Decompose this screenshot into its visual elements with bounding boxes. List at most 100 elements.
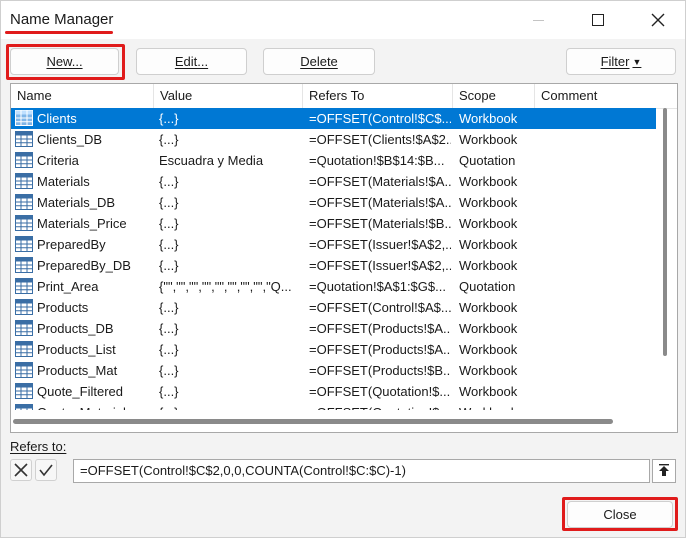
row-value-cell: {...} xyxy=(159,216,179,231)
range-table-icon xyxy=(15,278,33,294)
table-row[interactable]: Criteria Escuadra y Media =Quotation!$B$14… xyxy=(11,150,656,171)
range-table-icon xyxy=(15,362,33,378)
close-window-button[interactable] xyxy=(635,1,681,39)
row-name-cell: Clients_DB xyxy=(37,132,103,147)
table-row[interactable]: PreparedBy {...} =OFFSET(Issuer!$A$2,... Wo… xyxy=(11,234,656,255)
row-value-cell: {...} xyxy=(159,384,179,399)
column-header-name[interactable]: Name xyxy=(11,84,154,108)
row-comment-cell xyxy=(541,150,651,171)
minimize-button[interactable] xyxy=(515,1,561,39)
column-header-scope[interactable]: Scope xyxy=(453,84,535,108)
row-scope-cell: Workbook xyxy=(459,300,518,315)
vertical-scrollbar[interactable] xyxy=(661,108,667,408)
row-comment-cell xyxy=(541,192,651,213)
row-scope-cell: Workbook xyxy=(459,174,518,189)
vertical-scroll-thumb[interactable] xyxy=(663,108,667,356)
row-comment-cell xyxy=(541,171,651,192)
filter-button[interactable]: Filter ▼ xyxy=(566,48,676,75)
row-scope-cell: Workbook xyxy=(459,216,518,231)
row-scope-cell: Workbook xyxy=(459,321,518,336)
row-comment-cell xyxy=(541,108,651,129)
range-table-icon xyxy=(15,110,33,126)
row-scope-cell: Workbook xyxy=(459,132,518,147)
row-comment-cell xyxy=(541,381,651,402)
row-refers-to-cell: =OFFSET(Materials!$A... xyxy=(309,174,451,189)
row-name-cell: Products_DB xyxy=(37,321,114,336)
row-name-cell: Products_List xyxy=(37,342,116,357)
confirm-edit-button[interactable] xyxy=(35,459,57,481)
column-header-value[interactable]: Value xyxy=(154,84,303,108)
horizontal-scroll-thumb[interactable] xyxy=(13,419,613,424)
collapse-dialog-icon xyxy=(659,464,669,476)
row-value-cell: {...} xyxy=(159,300,179,315)
row-name-cell: Clients xyxy=(37,111,77,126)
list-header: Name Value Refers To Scope Comment xyxy=(11,84,677,109)
row-comment-cell xyxy=(541,297,651,318)
dropdown-caret-icon: ▼ xyxy=(632,56,642,67)
table-row[interactable]: Products_Mat {...} =OFFSET(Products!$B... W… xyxy=(11,360,656,381)
column-header-comment[interactable]: Comment xyxy=(535,84,665,108)
new-button-highlight xyxy=(6,44,125,80)
row-comment-cell xyxy=(541,234,651,255)
row-value-cell: {...} xyxy=(159,195,179,210)
range-table-icon xyxy=(15,299,33,315)
cancel-edit-button[interactable] xyxy=(10,459,32,481)
edit-button[interactable]: Edit... xyxy=(136,48,247,75)
list-rows: Clients {...} =OFFSET(Control!$C$... Workbo… xyxy=(11,108,656,410)
horizontal-scrollbar[interactable] xyxy=(11,417,656,424)
table-row[interactable]: Products_List {...} =OFFSET(Products!$A...… xyxy=(11,339,656,360)
column-header-refers-to[interactable]: Refers To xyxy=(303,84,453,108)
row-value-cell: Escuadra y Media xyxy=(159,153,264,168)
table-row[interactable]: Clients {...} =OFFSET(Control!$C$... Workbo… xyxy=(11,108,656,129)
table-row[interactable]: Quote_Filtered {...} =OFFSET(Quotation!$..… xyxy=(11,381,656,402)
close-button-highlight xyxy=(562,497,678,531)
row-name-cell: Materials_Price xyxy=(37,216,127,231)
row-value-cell: {...} xyxy=(159,174,179,189)
maximize-button[interactable] xyxy=(575,1,621,39)
range-table-icon xyxy=(15,404,33,410)
row-refers-to-cell: =OFFSET(Issuer!$A$2,... xyxy=(309,237,451,252)
maximize-icon xyxy=(592,14,604,26)
name-manager-dialog: Name Manager New... Edit... Delete Filte… xyxy=(0,0,686,538)
row-comment-cell xyxy=(541,276,651,297)
table-row[interactable]: Materials {...} =OFFSET(Materials!$A... Wor… xyxy=(11,171,656,192)
row-value-cell: {...} xyxy=(159,258,179,273)
refers-to-input[interactable]: =OFFSET(Control!$C$2,0,0,COUNTA(Control!… xyxy=(73,459,650,483)
row-comment-cell xyxy=(541,360,651,381)
row-refers-to-cell: =OFFSET(Products!$B... xyxy=(309,363,451,378)
table-row[interactable]: Products {...} =OFFSET(Control!$A$... Workb… xyxy=(11,297,656,318)
checkmark-icon xyxy=(39,464,53,477)
row-refers-to-cell: =OFFSET(Quotation!$... xyxy=(309,384,451,399)
table-row[interactable]: Clients_DB {...} =OFFSET(Clients!$A$2... Wo… xyxy=(11,129,656,150)
row-value-cell: {...} xyxy=(159,237,179,252)
row-name-cell: Materials_DB xyxy=(37,195,116,210)
row-name-cell: PreparedBy xyxy=(37,237,106,252)
row-value-cell: {...} xyxy=(159,132,179,147)
row-name-cell: Materials xyxy=(37,174,90,189)
row-scope-cell: Workbook xyxy=(459,111,518,126)
cancel-x-icon xyxy=(14,463,28,477)
row-comment-cell xyxy=(541,129,651,150)
table-row[interactable]: Quote_Material {...} =OFFSET(Quotation!$..… xyxy=(11,402,656,410)
range-table-icon xyxy=(15,173,33,189)
table-row[interactable]: Materials_Price {...} =OFFSET(Materials!$B… xyxy=(11,213,656,234)
range-table-icon xyxy=(15,215,33,231)
row-refers-to-cell: =OFFSET(Products!$A... xyxy=(309,321,451,336)
row-name-cell: Products_Mat xyxy=(37,363,118,378)
row-refers-to-cell: =Quotation!$B$14:$B... xyxy=(309,153,445,168)
row-name-cell: Products xyxy=(37,300,89,315)
range-table-icon xyxy=(15,236,33,252)
delete-button[interactable]: Delete xyxy=(263,48,375,75)
row-name-cell: Quote_Filtered xyxy=(37,384,123,399)
row-scope-cell: Workbook xyxy=(459,237,518,252)
row-scope-cell: Workbook xyxy=(459,363,518,378)
row-comment-cell xyxy=(541,402,651,410)
row-refers-to-cell: =OFFSET(Materials!$A... xyxy=(309,195,451,210)
table-row[interactable]: Print_Area {"","","","","","","","","Q...… xyxy=(11,276,656,297)
row-scope-cell: Quotation xyxy=(459,153,516,168)
collapse-dialog-button[interactable] xyxy=(652,459,676,483)
names-list[interactable]: Name Value Refers To Scope Comment Clien… xyxy=(10,83,678,433)
table-row[interactable]: PreparedBy_DB {...} =OFFSET(Issuer!$A$2,..… xyxy=(11,255,656,276)
table-row[interactable]: Products_DB {...} =OFFSET(Products!$A... Wo… xyxy=(11,318,656,339)
table-row[interactable]: Materials_DB {...} =OFFSET(Materials!$A...… xyxy=(11,192,656,213)
